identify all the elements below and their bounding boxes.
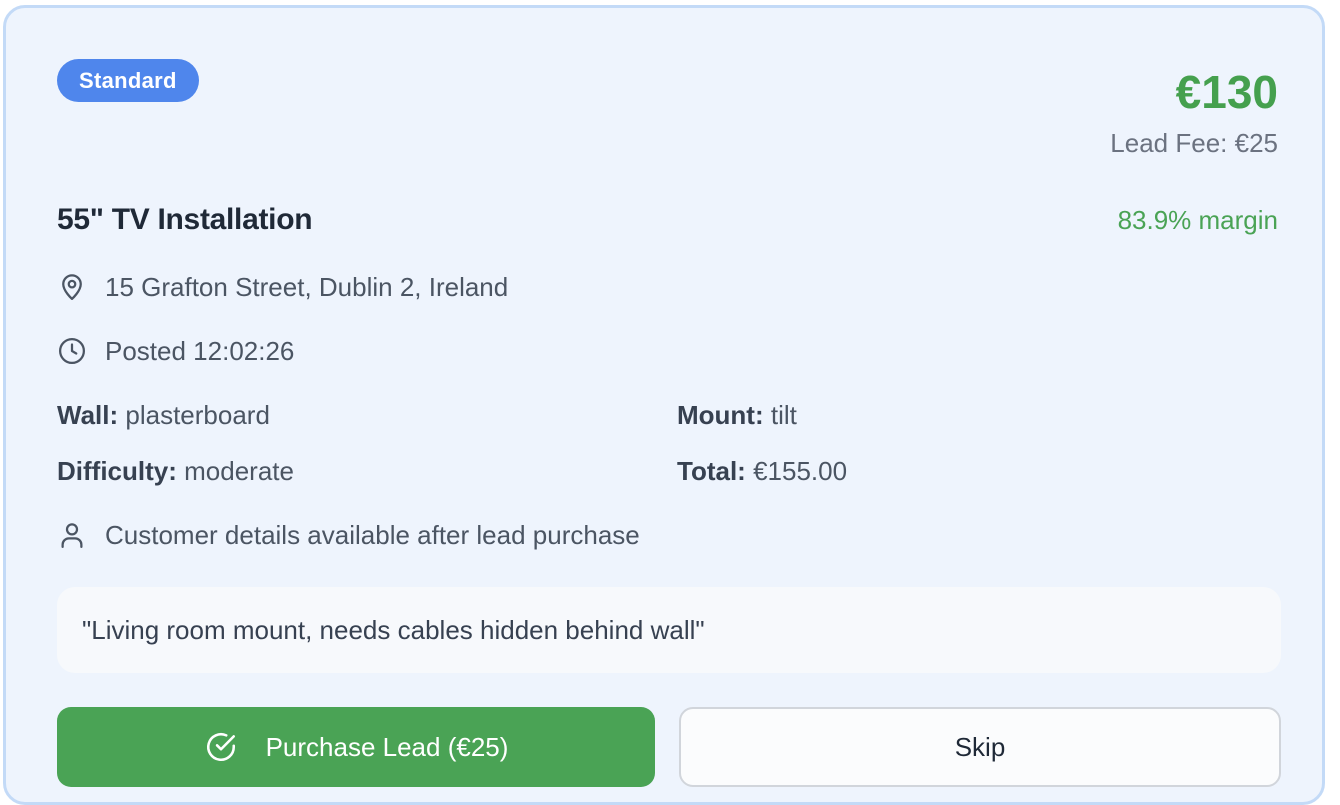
lead-card: Standard €130 Lead Fee: €25 55" TV Insta… — [3, 5, 1325, 805]
detail-difficulty: Difficulty: moderate — [57, 455, 294, 487]
customer-text: Customer details available after lead pu… — [105, 519, 640, 550]
detail-wall-label: Wall: — [57, 400, 119, 430]
detail-wall: Wall: plasterboard — [57, 399, 270, 431]
user-icon — [57, 520, 87, 550]
job-price: €130 — [1175, 66, 1278, 118]
posted-text: Posted 12:02:26 — [105, 335, 295, 366]
job-notes: "Living room mount, needs cables hidden … — [57, 587, 1281, 673]
detail-mount-value: tilt — [770, 400, 797, 430]
skip-label: Skip — [954, 731, 1006, 762]
detail-difficulty-label: Difficulty: — [57, 456, 177, 486]
location-row: 15 Grafton Street, Dublin 2, Ireland — [57, 270, 508, 304]
detail-mount: Mount: tilt — [677, 399, 797, 431]
skip-button[interactable]: Skip — [679, 707, 1281, 787]
purchase-lead-label: Purchase Lead (€25) — [265, 731, 509, 762]
detail-wall-value: plasterboard — [125, 400, 270, 430]
location-text: 15 Grafton Street, Dublin 2, Ireland — [105, 271, 509, 302]
margin-label: 83.9% margin — [1117, 205, 1278, 235]
detail-total: Total: €155.00 — [677, 455, 847, 487]
detail-difficulty-value: moderate — [184, 456, 294, 486]
purchase-lead-button[interactable]: Purchase Lead (€25) — [57, 707, 655, 787]
clock-icon — [57, 336, 87, 366]
detail-total-label: Total: — [677, 456, 746, 486]
posted-row: Posted 12:02:26 — [57, 334, 294, 368]
check-circle-icon — [204, 730, 238, 764]
job-title: 55" TV Installation — [57, 203, 313, 236]
map-pin-icon — [57, 272, 87, 302]
tier-badge: Standard — [57, 59, 199, 102]
customer-row: Customer details available after lead pu… — [57, 518, 640, 552]
detail-total-value: €155.00 — [753, 456, 848, 486]
detail-mount-label: Mount: — [677, 400, 764, 430]
lead-fee: Lead Fee: €25 — [1110, 128, 1278, 158]
